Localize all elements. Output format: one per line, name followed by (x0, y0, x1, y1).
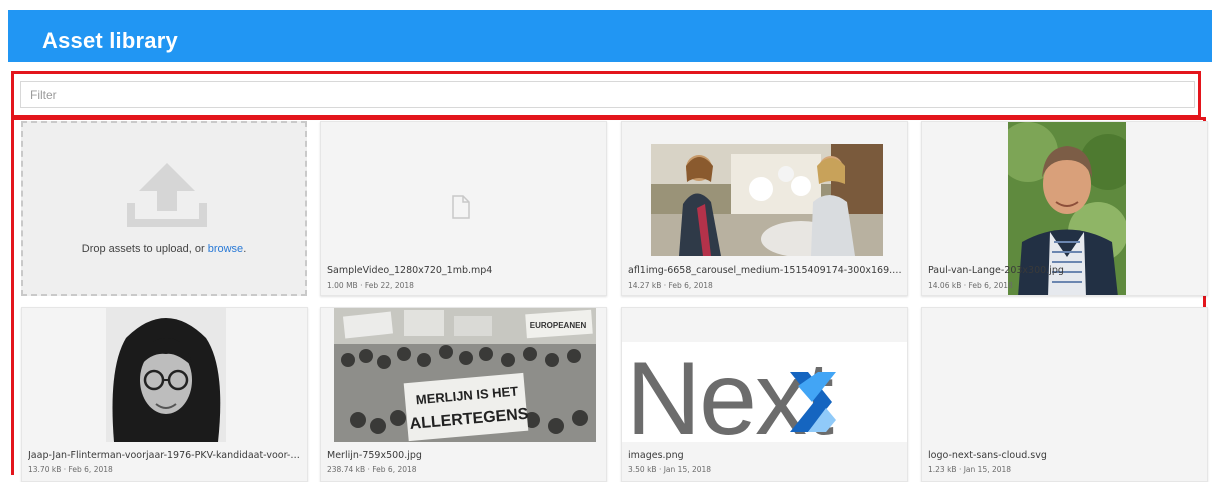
asset-card[interactable]: Paul-van-Lange-203x300.jpg 14.06 kB · Fe… (921, 121, 1208, 296)
asset-name: Paul-van-Lange-203x300.jpg (928, 265, 1064, 276)
asset-name: SampleVideo_1280x720_1mb.mp4 (327, 265, 493, 276)
asset-card[interactable]: Next images.png 3.50 kB · Jan 15, 2018 (621, 307, 908, 482)
asset-meta: 1.00 MB · Feb 22, 2018 (327, 281, 414, 290)
asset-meta: 13.70 kB · Feb 6, 2018 (28, 465, 113, 474)
asset-name: Jaap-Jan-Flinterman-voorjaar-1976-PKV-ka… (28, 450, 302, 461)
asset-name: logo-next-sans-cloud.svg (928, 450, 1047, 461)
asset-meta: 3.50 kB · Jan 15, 2018 (628, 465, 712, 474)
banner-top-text: EUROPEANEN (530, 321, 587, 330)
upload-icon (127, 163, 207, 227)
asset-thumbnail: Next (622, 342, 907, 442)
asset-meta: 14.06 kB · Feb 6, 2018 (928, 281, 1013, 290)
upload-text: Drop assets to upload, or (81, 243, 208, 255)
asset-card[interactable]: logo-next-sans-cloud.svg 1.23 kB · Jan 1… (921, 307, 1208, 482)
asset-thumbnail (651, 144, 883, 256)
asset-name: Merlijn-759x500.jpg (327, 450, 422, 461)
asset-card[interactable]: Jaap-Jan-Flinterman-voorjaar-1976-PKV-ka… (21, 307, 308, 482)
asset-meta: 1.23 kB · Jan 15, 2018 (928, 465, 1012, 474)
asset-name: images.png (628, 450, 684, 461)
upload-text-suffix: . (243, 243, 247, 255)
asset-card[interactable]: EUROPEANEN MERLIJN IS HET ALLERTEGENS Me… (320, 307, 607, 482)
asset-thumbnail (106, 308, 226, 442)
upload-instructions: Drop assets to upload, or browse. (23, 243, 305, 255)
file-icon (452, 195, 470, 219)
asset-name: afl1img-6658_carousel_medium-1515409174-… (628, 265, 902, 276)
asset-meta: 238.74 kB · Feb 6, 2018 (327, 465, 417, 474)
asset-thumbnail: EUROPEANEN MERLIJN IS HET ALLERTEGENS (334, 308, 596, 442)
asset-card[interactable]: afl1img-6658_carousel_medium-1515409174-… (621, 121, 908, 296)
filter-input[interactable] (20, 81, 1195, 108)
browse-link[interactable]: browse (208, 243, 243, 255)
app-header: Asset library (8, 10, 1212, 62)
page-title: Asset library (42, 28, 178, 53)
asset-meta: 14.27 kB · Feb 6, 2018 (628, 281, 713, 290)
filter-highlight (11, 71, 1201, 118)
asset-card[interactable]: SampleVideo_1280x720_1mb.mp4 1.00 MB · F… (320, 121, 607, 296)
upload-dropzone[interactable]: Drop assets to upload, or browse. (21, 121, 307, 296)
